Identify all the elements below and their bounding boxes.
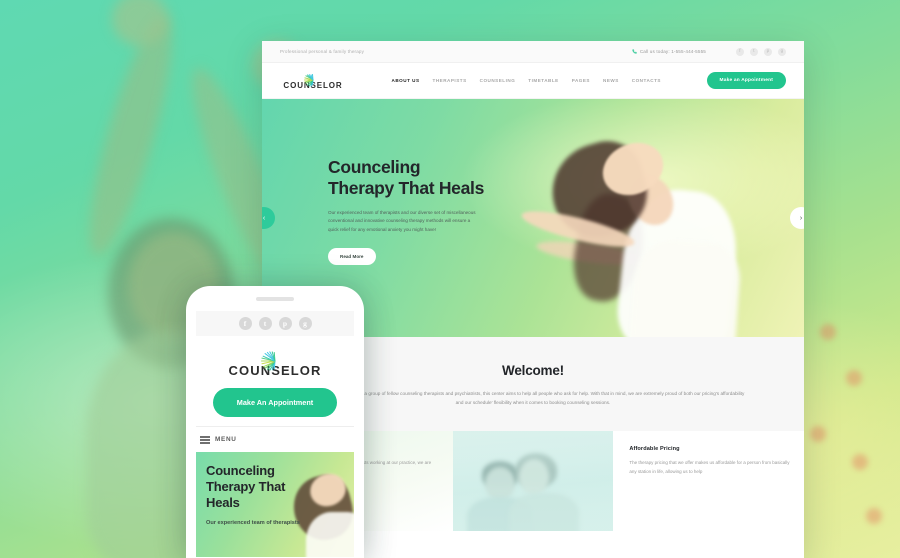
- nav-item-timetable[interactable]: TIMETABLE: [528, 78, 558, 83]
- feature-card-photo: [452, 431, 614, 532]
- hero-title: Counceling Therapy That Heals: [328, 157, 528, 199]
- hero-copy: Counceling Therapy That Heals Our experi…: [328, 157, 528, 266]
- hero-paragraph: Our experienced team of therapists and o…: [328, 210, 476, 232]
- pinterest-icon[interactable]: p: [764, 47, 772, 56]
- pinterest-icon[interactable]: p: [278, 317, 292, 330]
- feature-text: The therapy pricing that we offer makes …: [629, 460, 790, 475]
- social-links: f t p g: [736, 47, 786, 56]
- screenshot-stage: Professional personal & family therapy C…: [0, 0, 900, 558]
- google-plus-icon[interactable]: g: [778, 47, 786, 56]
- phone-hero-copy: Counceling Therapy That Heals Our experi…: [206, 463, 312, 528]
- top-utility-bar: Professional personal & family therapy C…: [262, 41, 804, 63]
- facebook-icon[interactable]: f: [238, 317, 252, 330]
- make-appointment-button[interactable]: Make an Appointment: [706, 72, 786, 89]
- hero-title-line2: Therapy That Heals: [328, 178, 485, 198]
- phone-hero: Counceling Therapy That Heals Our experi…: [196, 451, 354, 557]
- primary-nav: ABOUT US THERAPISTS COUNSELING TIMETABLE PAG…: [346, 78, 707, 83]
- sunburst-icon: [258, 347, 292, 371]
- phone-screen: f t p g COUNSELOR Make An Appointment ME…: [196, 311, 354, 557]
- site-tagline: Professional personal & family therapy: [280, 49, 365, 54]
- nav-item-about-us[interactable]: ABOUT US: [392, 78, 420, 83]
- hamburger-icon: [200, 436, 210, 444]
- feature-card-pricing[interactable]: Affordable Pricing The therapy pricing t…: [613, 431, 804, 532]
- twitter-icon[interactable]: t: [258, 317, 272, 330]
- hero-photo-woman: [519, 122, 766, 337]
- welcome-paragraph: Founded in 1999 by a group of fellow cou…: [321, 391, 745, 406]
- phone-make-appointment-button[interactable]: Make An Appointment: [213, 388, 337, 417]
- nav-item-contacts[interactable]: CONTACTS: [632, 78, 661, 83]
- phone-logo[interactable]: COUNSELOR: [196, 336, 354, 378]
- twitter-icon[interactable]: t: [750, 47, 758, 56]
- main-navbar: COUNSELOR ABOUT US THERAPISTS COUNSELING TI…: [262, 63, 804, 99]
- phone-menu-label: MENU: [215, 436, 237, 444]
- nav-item-counseling[interactable]: COUNSELING: [480, 78, 516, 83]
- phone-hero-title-line1: Counceling: [206, 462, 275, 478]
- read-more-button[interactable]: Read More: [328, 248, 376, 266]
- hero-title-line1: Counceling: [328, 157, 421, 177]
- phone-hero-paragraph: Our experienced team of therapists: [206, 519, 300, 526]
- feature-title: Affordable Pricing: [629, 446, 680, 453]
- nav-item-pages[interactable]: PAGES: [572, 78, 590, 83]
- site-logo[interactable]: COUNSELOR: [280, 71, 346, 90]
- phone-speaker: [256, 297, 294, 301]
- google-plus-icon[interactable]: g: [298, 317, 312, 330]
- phone-icon: [632, 49, 637, 54]
- phone-menu-toggle[interactable]: MENU: [196, 426, 354, 452]
- phone-hero-title: Counceling Therapy That Heals: [206, 463, 312, 511]
- facebook-icon[interactable]: f: [736, 47, 744, 56]
- phone-mockup: f t p g COUNSELOR Make An Appointment ME…: [186, 286, 364, 558]
- sunburst-icon: [302, 71, 324, 87]
- phone-number: Call us today: 1-555-444-5555: [639, 49, 706, 54]
- couple-photo: [452, 431, 614, 532]
- nav-item-news[interactable]: NEWS: [603, 78, 619, 83]
- phone-contact[interactable]: Call us today: 1-555-444-5555: [632, 49, 706, 54]
- welcome-title: Welcome!: [502, 363, 564, 378]
- phone-hero-title-line3: Heals: [206, 494, 240, 510]
- phone-hero-title-line2: Therapy That: [206, 478, 286, 494]
- phone-social-bar: f t p g: [196, 311, 354, 336]
- nav-item-therapists[interactable]: THERAPISTS: [433, 78, 467, 83]
